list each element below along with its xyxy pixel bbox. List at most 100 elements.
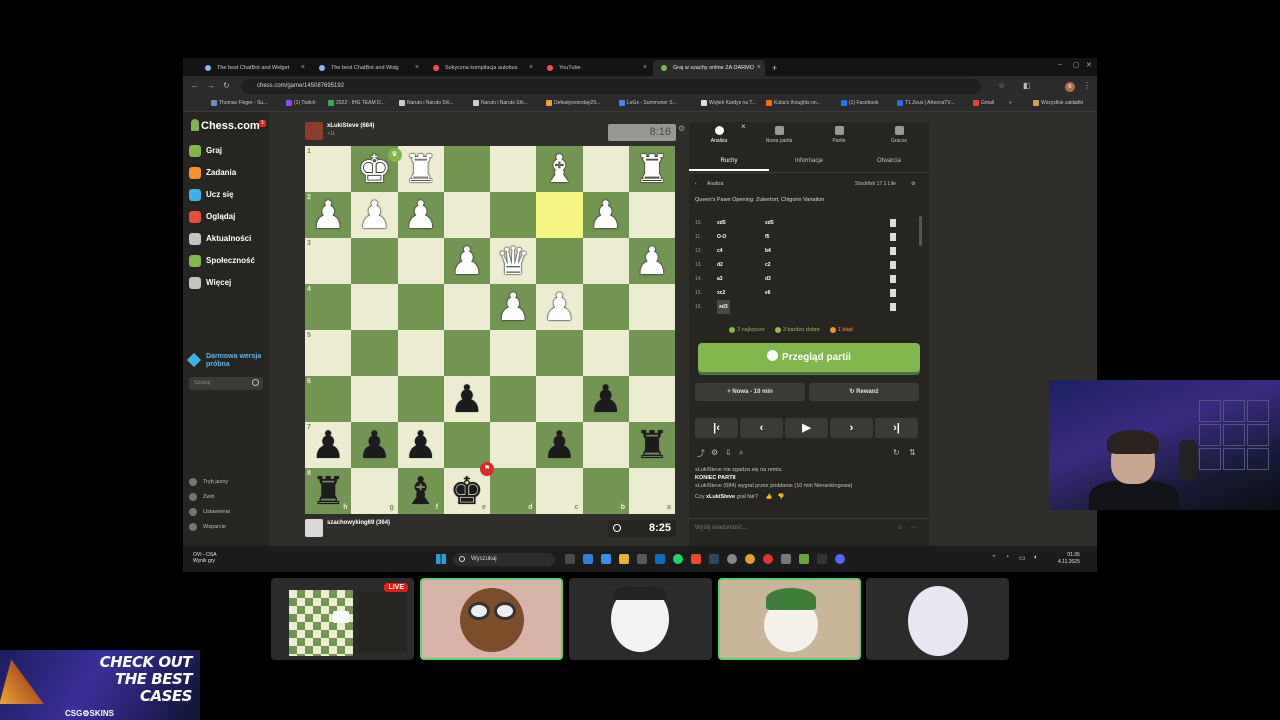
sidebar-item-learn[interactable]: Ucz się (189, 188, 234, 202)
white-rook-icon[interactable]: ♜ (629, 146, 675, 192)
board-square[interactable] (628, 192, 675, 238)
chess-logo[interactable]: Chess.com (191, 119, 260, 132)
move-list[interactable]: 10. xd5 xd5 11. O-O f5 12. c4 b4 13. d2 c2 14. a3 d3 15… (695, 216, 917, 316)
board-square[interactable] (536, 238, 583, 284)
app-icon[interactable] (655, 554, 665, 564)
more-icon[interactable]: ⋯ (911, 519, 917, 537)
first-move-button[interactable]: |‹ (695, 418, 738, 438)
bottom-player-name[interactable]: szachowyking69 (364) (327, 520, 390, 526)
bookmark-item[interactable]: Naruto i Naruto Shi... (399, 100, 454, 106)
bookmark-item[interactable]: T1 Zeus | AfreecaTV... (897, 100, 954, 106)
white-move[interactable]: c4 (717, 244, 723, 258)
board-square[interactable] (443, 146, 490, 192)
sidebar-item-puzzles[interactable]: Zadania (189, 166, 236, 180)
board-square[interactable] (443, 192, 490, 238)
black-bishop-icon[interactable]: ♝ (398, 468, 444, 514)
board-square[interactable] (628, 330, 675, 376)
profile-avatar[interactable]: K (1065, 82, 1075, 92)
stream-thumbnail-anime[interactable] (866, 578, 1009, 660)
bookmark-item[interactable]: (1) Facebook (841, 100, 878, 106)
refresh-icon[interactable]: ↻ (893, 448, 900, 457)
browser-tab[interactable]: The best ChatBot and Widg × (311, 60, 423, 76)
board-square[interactable] (490, 376, 537, 422)
stream-thumbnail-chess[interactable]: LIVE (271, 578, 414, 660)
chat-input[interactable]: Wyślij wiadomość... ☺ ⋯ (689, 518, 929, 536)
chrome-icon[interactable] (745, 554, 755, 564)
sidebar-item-play[interactable]: Graj (189, 144, 222, 158)
rematch-button[interactable]: ↻ Rewanż (809, 383, 919, 401)
minimize-icon[interactable]: – (1058, 61, 1062, 68)
close-window-icon[interactable]: ✕ (1086, 61, 1092, 69)
board-square[interactable] (397, 330, 444, 376)
board-square[interactable] (628, 284, 675, 330)
volume-icon[interactable]: ◖ (1033, 554, 1037, 561)
taskbar-search[interactable]: Wyszukaj (453, 553, 555, 566)
emoji-icon[interactable]: ☺ (897, 519, 903, 537)
sidebar-item-free-trial[interactable]: Darmowa wersja próbna (186, 352, 269, 369)
download-icon[interactable]: ⇩ (725, 448, 732, 457)
analysis-chevron-icon[interactable]: ‹ (695, 179, 697, 190)
black-rook-icon[interactable]: ♜ (305, 468, 351, 514)
url-input[interactable]: chess.com/game/145087695192 (241, 79, 981, 94)
white-queen-icon[interactable]: ♛ (490, 238, 536, 284)
board-square[interactable] (305, 376, 352, 422)
board-square[interactable] (397, 238, 444, 284)
tab-close-icon[interactable]: × (529, 60, 533, 76)
white-pawn-icon[interactable]: ♟ (444, 238, 490, 284)
tab-close-icon[interactable]: × (643, 60, 647, 76)
black-pawn-icon[interactable]: ♟ (444, 376, 490, 422)
move-row[interactable]: 13. d2 c2 (695, 258, 917, 272)
discord-icon[interactable] (835, 554, 845, 564)
black-move[interactable]: e6 (765, 286, 771, 300)
flip-board-icon[interactable]: ⇅ (909, 448, 916, 457)
extensions-icon[interactable]: ◧ (1023, 81, 1031, 90)
new-tab-button[interactable]: + (767, 60, 785, 76)
board-square[interactable] (305, 238, 352, 284)
brave-icon[interactable] (691, 554, 701, 564)
weather-widget[interactable]: OVI - OSA Wynik gry (193, 552, 217, 564)
black-rook-icon[interactable]: ♜ (629, 422, 675, 468)
previous-move-button[interactable]: ‹ (740, 418, 783, 438)
browser-tab[interactable]: Sokyczna kompilacja autobus × (425, 60, 537, 76)
black-pawn-icon[interactable]: ♟ (305, 422, 351, 468)
tab-new-game[interactable]: Nowa partia (749, 126, 809, 144)
bookmark-item[interactable]: Thomas Finger - Su... (211, 100, 267, 106)
summary-item[interactable]: 1 błąd (829, 326, 853, 334)
app-icon[interactable] (817, 554, 827, 564)
back-icon[interactable]: ← (191, 81, 199, 90)
analysis-tool-icon[interactable]: ⚙ (711, 448, 718, 457)
board-square[interactable] (582, 146, 629, 192)
subtab-openings[interactable]: Otwarcia (849, 158, 929, 169)
outlook-icon[interactable] (583, 554, 593, 564)
bookmark-item[interactable]: Gmail (973, 100, 994, 106)
gear-icon[interactable]: ⚙ (678, 124, 685, 133)
zoom-icon[interactable]: ⌕ (739, 448, 743, 458)
board-square[interactable] (536, 192, 583, 238)
white-bishop-icon[interactable]: ♝ (536, 146, 582, 192)
subtab-info[interactable]: Informacje (769, 158, 849, 169)
move-row[interactable]: 16. xd3 (695, 300, 917, 314)
black-move[interactable]: xd5 (765, 216, 774, 230)
top-player-name[interactable]: xLukiSteve (684) (327, 123, 374, 129)
sidebar-item-support[interactable]: Wsparcie (189, 523, 226, 531)
summary-item[interactable]: 3 bardzo dobre (774, 326, 820, 334)
bookmark-item[interactable]: Defeatyesterday29... (546, 100, 600, 106)
white-pawn-icon[interactable]: ♟ (351, 192, 397, 238)
menu-dots-icon[interactable]: ⋮ (1083, 81, 1091, 90)
recorder-icon[interactable] (763, 554, 773, 564)
tab-analysis[interactable]: Analiza (689, 126, 749, 144)
last-move-button[interactable]: ›| (875, 418, 918, 438)
wifi-icon[interactable]: ◔ (1005, 554, 1009, 561)
ad-banner[interactable]: CHECK OUT THE BEST CASES CSG⚙SKINS (0, 650, 200, 720)
black-move[interactable]: d3 (765, 272, 771, 286)
avatar[interactable] (305, 122, 323, 140)
board-square[interactable] (305, 146, 352, 192)
black-pawn-icon[interactable]: ♟ (583, 376, 629, 422)
thumbs-up-icon[interactable]: 👍 (766, 494, 773, 500)
board-square[interactable] (490, 422, 537, 468)
sidebar-item-watch[interactable]: Oglądaj (189, 210, 235, 224)
board-square[interactable] (490, 146, 537, 192)
board-square[interactable] (351, 376, 398, 422)
move-list-scrollbar[interactable] (919, 216, 922, 246)
system-clock[interactable]: 01:35 4.11.2025 (1058, 552, 1080, 566)
